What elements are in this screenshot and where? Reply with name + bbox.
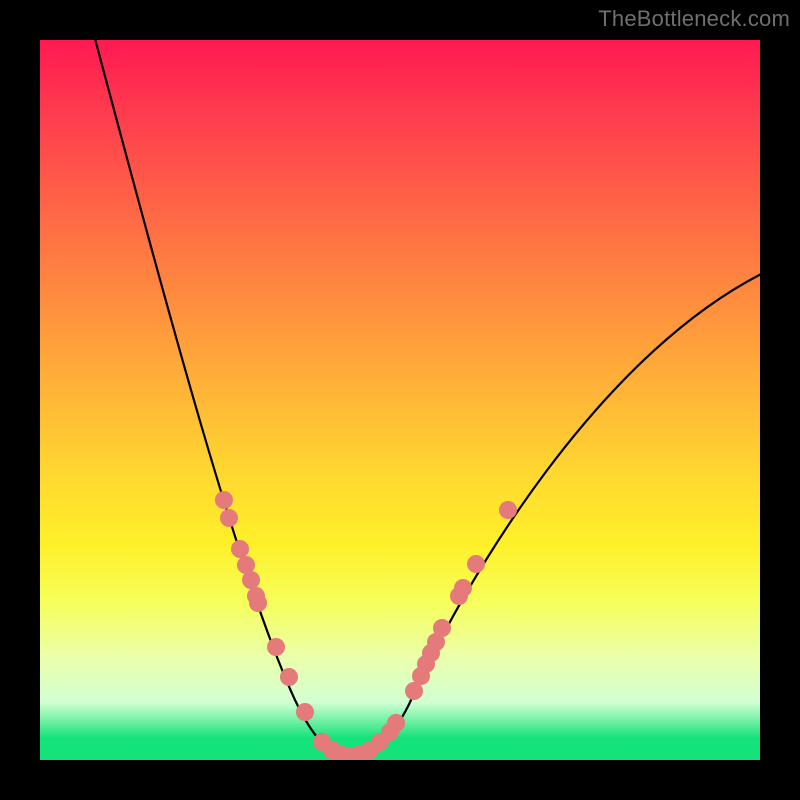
data-dot (387, 714, 405, 732)
chart-frame: TheBottleneck.com (0, 0, 800, 800)
data-dot (433, 619, 451, 637)
watermark-text: TheBottleneck.com (598, 6, 790, 32)
data-dot (242, 571, 260, 589)
data-dot (296, 703, 314, 721)
data-dot (499, 501, 517, 519)
data-dot (249, 594, 267, 612)
data-dot (467, 555, 485, 573)
curve-layer (40, 40, 760, 760)
data-dots (215, 491, 517, 760)
data-dot (280, 668, 298, 686)
plot-area (40, 40, 760, 760)
data-dot (220, 509, 238, 527)
data-dot (454, 579, 472, 597)
data-dot (231, 540, 249, 558)
data-dot (215, 491, 233, 509)
data-dot (267, 638, 285, 656)
